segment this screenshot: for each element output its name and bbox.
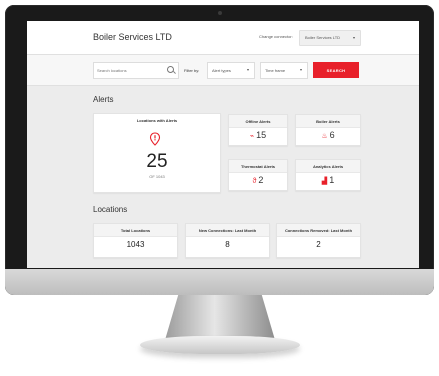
thermostat-alerts-card[interactable]: Thermostat Alerts ϑ2 bbox=[228, 159, 288, 191]
card-label: Total Locations bbox=[120, 228, 151, 233]
new-connections-value: 8 bbox=[225, 240, 230, 249]
card-label: Analytics Alerts bbox=[312, 164, 344, 169]
search-input[interactable] bbox=[97, 65, 165, 75]
total-locations-card[interactable]: Total Locations 1043 bbox=[93, 223, 178, 258]
card-label: Boiler Alerts bbox=[316, 119, 340, 124]
chevron-down-icon: ▾ bbox=[352, 35, 355, 40]
monitor-stand-neck bbox=[165, 295, 275, 340]
locations-with-alerts-card[interactable]: Locations with Alerts 25 OF 1043 bbox=[93, 113, 221, 193]
boiler-alerts-card[interactable]: Boiler Alerts ♨ 6 bbox=[295, 114, 361, 146]
monitor-chin bbox=[5, 269, 434, 295]
filter-label: Filter by: bbox=[184, 68, 200, 73]
monitor-stand-base bbox=[140, 336, 300, 354]
monitor-frame: Boiler Services LTD Change connector: Bo… bbox=[5, 5, 434, 295]
card-label: New Connections: Last Month bbox=[198, 228, 257, 233]
new-connections-card[interactable]: New Connections: Last Month 8 bbox=[185, 223, 270, 258]
total-locations-text: OF 1043 bbox=[149, 174, 165, 179]
connections-removed-card[interactable]: Connections Removed: Last Month 2 bbox=[276, 223, 361, 258]
chevron-down-icon: ▾ bbox=[246, 67, 249, 72]
alert-locations-count: 25 bbox=[146, 151, 168, 172]
search-icon[interactable] bbox=[167, 66, 174, 73]
card-label: Thermostat Alerts bbox=[240, 164, 276, 169]
bar-chart-icon: ▟ bbox=[321, 178, 328, 185]
card-label: Locations with Alerts bbox=[136, 118, 178, 123]
search-button[interactable]: SEARCH bbox=[313, 62, 359, 78]
offline-alerts-card[interactable]: Offline Alerts ⌁ 15 bbox=[228, 114, 288, 146]
total-locations-value: 1043 bbox=[126, 240, 145, 249]
thermostat-count: 2 bbox=[258, 175, 264, 185]
connector-label: Change connector: bbox=[259, 34, 293, 39]
time-frame-value: Time frame bbox=[265, 68, 286, 73]
card-label: Connections Removed: Last Month bbox=[284, 228, 353, 233]
screen: Boiler Services LTD Change connector: Bo… bbox=[27, 21, 419, 268]
offline-count: 15 bbox=[256, 130, 267, 140]
connections-removed-value: 2 bbox=[316, 240, 321, 249]
time-frame-select[interactable]: Time frame ▾ bbox=[260, 62, 308, 79]
boiler-count: 6 bbox=[329, 130, 335, 140]
top-bar: Boiler Services LTD Change connector: Bo… bbox=[27, 21, 419, 55]
search-box[interactable] bbox=[93, 62, 179, 79]
analytics-alerts-card[interactable]: Analytics Alerts ▟ 1 bbox=[295, 159, 361, 191]
thermometer-icon: ϑ bbox=[252, 178, 257, 185]
alerts-title: Alerts bbox=[93, 95, 114, 104]
flame-icon: ♨ bbox=[321, 133, 328, 140]
wifi-off-icon: ⌁ bbox=[249, 133, 255, 140]
alert-type-select[interactable]: Alert types ▾ bbox=[207, 62, 255, 79]
location-pin-alert-icon bbox=[149, 132, 161, 146]
alert-type-value: Alert types bbox=[212, 68, 231, 73]
card-label: Offline Alerts bbox=[245, 119, 271, 124]
filter-bar: Filter by: Alert types ▾ Time frame ▾ SE… bbox=[27, 55, 419, 86]
chevron-down-icon: ▾ bbox=[299, 67, 302, 72]
brand-title: Boiler Services LTD bbox=[93, 32, 172, 42]
camera-icon bbox=[218, 11, 222, 15]
locations-title: Locations bbox=[93, 205, 128, 214]
connector-select[interactable]: Boiler Services LTD ▾ bbox=[299, 30, 361, 46]
analytics-count: 1 bbox=[329, 175, 335, 185]
connector-value: Boiler Services LTD bbox=[305, 35, 341, 40]
